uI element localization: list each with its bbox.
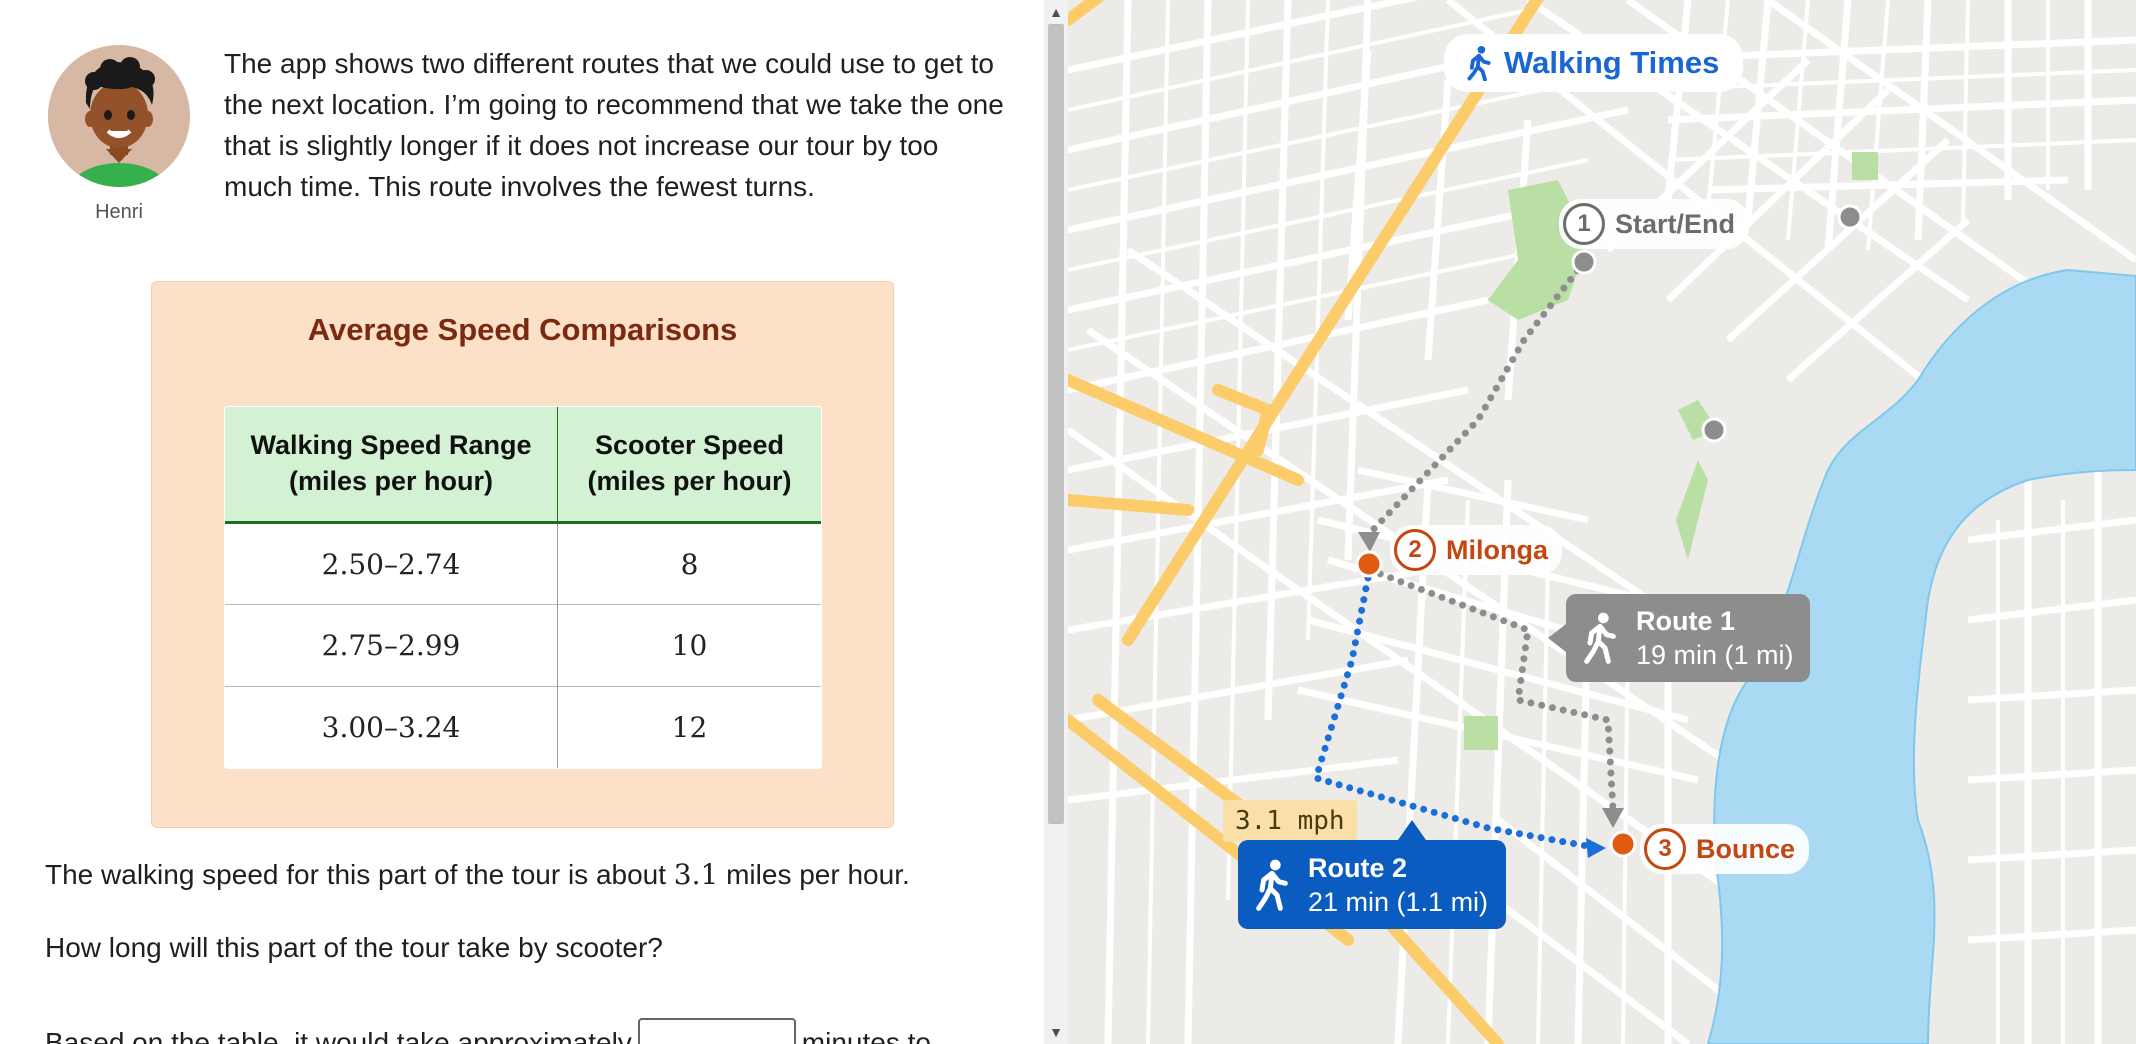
route-2-detail: 21 min (1.1 mi) — [1308, 886, 1489, 917]
walking-person-icon — [1584, 612, 1616, 664]
map-background — [1068, 0, 2136, 1044]
speed-table: Walking Speed Range (miles per hour) Sco… — [224, 406, 822, 769]
scooter-speed-cell: 8 — [557, 522, 821, 605]
answer-sentence: Based on the table, it would take approx… — [45, 1018, 931, 1044]
location-label-start[interactable]: 1 Start/End — [1559, 199, 1750, 249]
route-map: Walking Times 1 Start/End 2 Milonga 3 Bo… — [1068, 0, 2136, 1044]
speed-text-before: The walking speed for this part of the t… — [45, 859, 674, 890]
route-2-card[interactable]: Route 2 21 min (1.1 mi) — [1238, 820, 1506, 929]
location-number: 2 — [1394, 529, 1436, 571]
minutes-answer-input[interactable] — [637, 1018, 796, 1044]
table-row: 2.50–2.74 8 — [225, 522, 821, 605]
walking-range-cell: 3.00–3.24 — [225, 686, 558, 768]
column-header-scooter-line2: (miles per hour) — [587, 466, 792, 496]
character-message: The app shows two different routes that … — [224, 48, 1004, 202]
table-header-row: Walking Speed Range (miles per hour) Sco… — [225, 407, 821, 524]
table-title: Average Speed Comparisons — [307, 312, 738, 347]
route-2-info: Route 2 21 min (1.1 mi) — [1308, 851, 1488, 919]
walking-times-title: Walking Times — [1504, 45, 1720, 80]
column-header-scooter-line1: Scooter Speed — [594, 430, 785, 460]
column-header-walking: Walking Speed Range (miles per hour) — [225, 407, 558, 524]
table-row: 3.00–3.24 12 — [225, 686, 821, 768]
scooter-speed-cell: 10 — [557, 604, 821, 687]
lesson-scrollbar[interactable]: ▲ ▼ — [1044, 0, 1068, 1044]
location-name: Start/End — [1615, 208, 1736, 239]
walking-person-icon — [1467, 45, 1491, 81]
table-row: 2.75–2.99 10 — [225, 604, 821, 687]
location-name: Bounce — [1696, 833, 1796, 864]
poi-dot — [1837, 204, 1863, 230]
column-header-walking-line2: (miles per hour) — [288, 466, 494, 496]
lesson-pane: Henri The app shows two different routes… — [0, 0, 1044, 1044]
scroll-up-arrow-icon[interactable]: ▲ — [1044, 2, 1068, 22]
speed-sticky-note: 3.1 mph — [1223, 800, 1357, 842]
start-location-dot[interactable] — [1571, 249, 1597, 275]
location-number: 1 — [1563, 203, 1605, 245]
walking-person-icon — [1256, 859, 1288, 911]
milonga-location-dot[interactable] — [1355, 550, 1383, 578]
avatar-name: Henri — [95, 201, 143, 223]
poi-dot — [1701, 417, 1727, 443]
location-name: Milonga — [1446, 534, 1548, 565]
route-1-info: Route 1 19 min (1 mi) — [1636, 604, 1794, 672]
walking-times-header: Walking Times — [1444, 34, 1744, 92]
henri-avatar — [48, 45, 190, 187]
route-1-card[interactable]: Route 1 19 min (1 mi) — [1548, 594, 1810, 682]
location-label-milonga[interactable]: 2 Milonga — [1390, 525, 1562, 575]
scooter-speed-cell: 12 — [557, 686, 821, 768]
column-header-scooter: Scooter Speed (miles per hour) — [557, 407, 821, 524]
answer-text-after: minutes to — [801, 1027, 931, 1044]
route-1-detail: 19 min (1 mi) — [1636, 640, 1794, 670]
question-prompt: How long will this part of the tour take… — [45, 932, 663, 963]
column-header-walking-line1: Walking Speed Range — [250, 430, 532, 460]
answer-text-before: Based on the table, it would take approx… — [45, 1027, 632, 1044]
speed-text-after: miles per hour. — [718, 859, 910, 890]
walking-speed-statement: The walking speed for this part of the t… — [45, 858, 910, 891]
walking-range-cell: 2.50–2.74 — [225, 522, 558, 605]
route-1-title: Route 1 — [1636, 606, 1736, 636]
speed-value: 3.1 — [673, 858, 719, 891]
person-avatar-icon — [48, 45, 190, 187]
walking-range-cell: 2.75–2.99 — [225, 604, 558, 687]
bounce-location-dot[interactable] — [1609, 830, 1637, 858]
scroll-down-arrow-icon[interactable]: ▼ — [1044, 1022, 1068, 1042]
route-2-title: Route 2 — [1308, 852, 1408, 883]
location-label-bounce[interactable]: 3 Bounce — [1640, 824, 1810, 874]
location-number: 3 — [1644, 828, 1686, 870]
speed-comparison-card: Average Speed Comparisons Walking Speed … — [151, 281, 894, 828]
scroll-thumb[interactable] — [1048, 24, 1064, 824]
